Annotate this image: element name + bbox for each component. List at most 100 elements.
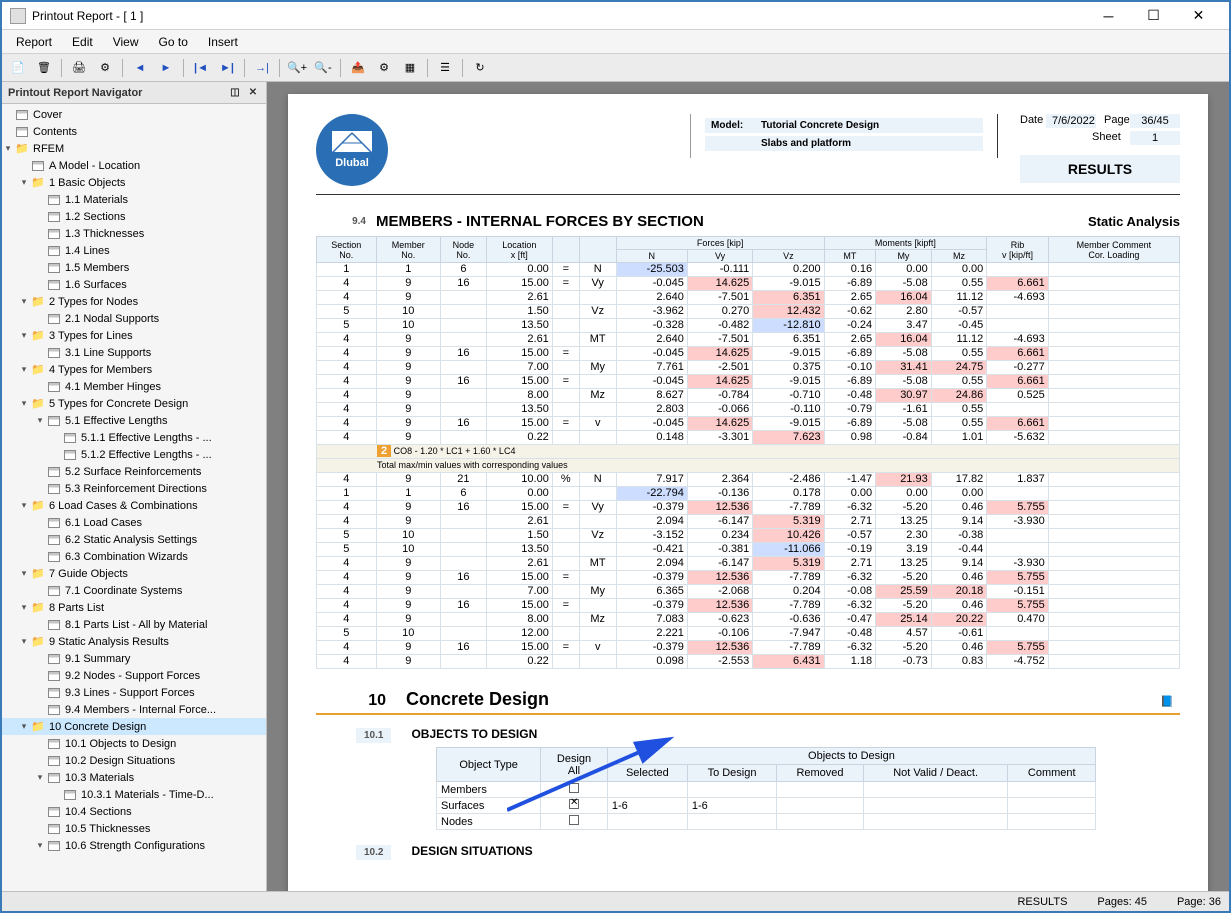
tree-item[interactable]: ▾📁RFEM <box>2 140 266 157</box>
tree-item[interactable]: 9.2 Nodes - Support Forces <box>2 667 266 684</box>
tree-item[interactable]: 6.3 Combination Wizards <box>2 548 266 565</box>
tree-item[interactable]: 6.1 Load Cases <box>2 514 266 531</box>
tree-item[interactable]: 6.2 Static Analysis Settings <box>2 531 266 548</box>
table-icon <box>62 448 78 462</box>
maximize-button[interactable]: ☐ <box>1131 3 1176 29</box>
tree-item[interactable]: Cover <box>2 106 266 123</box>
tree-label: 5.1 Effective Lengths <box>65 415 168 427</box>
next-icon[interactable]: ► <box>154 57 178 79</box>
last-icon[interactable]: ►| <box>215 57 239 79</box>
tree-item[interactable]: 5.1.2 Effective Lengths - ... <box>2 446 266 463</box>
header-meta-block: Date7/6/2022Page36/45 Sheet1 RESULTS <box>1010 114 1180 183</box>
zoom-out-icon[interactable]: 🔍- <box>311 57 335 79</box>
folder-icon: 📁 <box>30 635 46 649</box>
tree-label: 3.1 Line Supports <box>65 347 151 359</box>
separator <box>462 59 463 77</box>
table-icon <box>46 805 62 819</box>
print-setup-icon[interactable]: ⚙ <box>93 57 117 79</box>
tree-item[interactable]: ▾📁3 Types for Lines <box>2 327 266 344</box>
tree-label: 10 Concrete Design <box>49 721 146 733</box>
tree-item[interactable]: ▾📁5 Types for Concrete Design <box>2 395 266 412</box>
print-icon[interactable]: 🖨 <box>67 57 91 79</box>
tree-item[interactable]: 1.2 Sections <box>2 208 266 225</box>
first-icon[interactable]: |◄ <box>189 57 213 79</box>
new-icon[interactable]: 📄 <box>6 57 30 79</box>
prev-icon[interactable]: ◄ <box>128 57 152 79</box>
report-viewport[interactable]: Dlubal Model: Tutorial Concrete Design S… <box>267 82 1229 891</box>
menu-insert[interactable]: Insert <box>198 32 248 52</box>
tree-label: 2 Types for Nodes <box>49 296 138 308</box>
minimize-button[interactable]: ─ <box>1086 3 1131 29</box>
section-number: 9.4 <box>316 216 376 227</box>
table-icon <box>46 686 62 700</box>
table-icon <box>46 414 62 428</box>
tree-item[interactable]: 1.5 Members <box>2 259 266 276</box>
tree-label: 4.1 Member Hinges <box>65 381 161 393</box>
delete-icon[interactable]: 🗑 <box>32 57 56 79</box>
table-icon <box>46 227 62 241</box>
tree-item[interactable]: 1.4 Lines <box>2 242 266 259</box>
tree-item[interactable]: 1.1 Materials <box>2 191 266 208</box>
table-icon <box>46 465 62 479</box>
objects-to-design-table: Object TypeDesignAllObjects to DesignSel… <box>436 747 1096 830</box>
tree-item[interactable]: Contents <box>2 123 266 140</box>
tree-label: 2.1 Nodal Supports <box>65 313 159 325</box>
tree-item[interactable]: 10.3.1 Materials - Time-D... <box>2 786 266 803</box>
tree-item[interactable]: ▾📁4 Types for Members <box>2 361 266 378</box>
tree-item[interactable]: 3.1 Line Supports <box>2 344 266 361</box>
tree-item[interactable]: 9.4 Members - Internal Force... <box>2 701 266 718</box>
tree-item[interactable]: 9.3 Lines - Support Forces <box>2 684 266 701</box>
tree-item[interactable]: ▾5.1 Effective Lengths <box>2 412 266 429</box>
tree-item[interactable]: 5.3 Reinforcement Directions <box>2 480 266 497</box>
tree-label: 1.5 Members <box>65 262 129 274</box>
tree-item[interactable]: 7.1 Coordinate Systems <box>2 582 266 599</box>
menu-report[interactable]: Report <box>6 32 62 52</box>
table-icon <box>46 482 62 496</box>
tree-item[interactable]: ▾📁1 Basic Objects <box>2 174 266 191</box>
export-icon[interactable]: 📤 <box>346 57 370 79</box>
tree-item[interactable]: ▾10.3 Materials <box>2 769 266 786</box>
tree-item[interactable]: ▾10.6 Strength Configurations <box>2 837 266 854</box>
tree-item[interactable]: 1.3 Thicknesses <box>2 225 266 242</box>
statusbar: RESULTS Pages: 45 Page: 36 <box>2 891 1229 911</box>
tree-item[interactable]: 8.1 Parts List - All by Material <box>2 616 266 633</box>
tree-item[interactable]: ▾📁2 Types for Nodes <box>2 293 266 310</box>
tree-item[interactable]: 10.2 Design Situations <box>2 752 266 769</box>
tree-item[interactable]: 4.1 Member Hinges <box>2 378 266 395</box>
tree-label: 6.2 Static Analysis Settings <box>65 534 197 546</box>
navigator-panel: Printout Report Navigator ◫ ✕ CoverConte… <box>2 82 267 891</box>
tree-item[interactable]: 10.1 Objects to Design <box>2 735 266 752</box>
tree-item[interactable]: ▾📁7 Guide Objects <box>2 565 266 582</box>
table-icon <box>46 312 62 326</box>
tree-item[interactable]: ▾📁8 Parts List <box>2 599 266 616</box>
tree-item[interactable]: ▾📁9 Static Analysis Results <box>2 633 266 650</box>
navigator-tree[interactable]: CoverContents▾📁RFEMA Model - Location▾📁1… <box>2 104 266 891</box>
menu-edit[interactable]: Edit <box>62 32 103 52</box>
tree-item[interactable]: ▾📁6 Load Cases & Combinations <box>2 497 266 514</box>
close-panel-icon[interactable]: ✕ <box>246 86 260 100</box>
menu-goto[interactable]: Go to <box>149 32 198 52</box>
menu-view[interactable]: View <box>103 32 149 52</box>
report-page: Dlubal Model: Tutorial Concrete Design S… <box>288 94 1208 891</box>
table-icon <box>30 159 46 173</box>
zoom-in-icon[interactable]: 🔍+ <box>285 57 309 79</box>
dock-icon[interactable]: ◫ <box>228 86 242 100</box>
tree-item[interactable]: 9.1 Summary <box>2 650 266 667</box>
tree-item[interactable]: 10.5 Thicknesses <box>2 820 266 837</box>
tree-item[interactable]: 5.1.1 Effective Lengths - ... <box>2 429 266 446</box>
page-label: Page <box>1104 114 1130 128</box>
tree-item[interactable]: 5.2 Surface Reinforcements <box>2 463 266 480</box>
tree-item[interactable]: ▾📁10 Concrete Design <box>2 718 266 735</box>
refresh-icon[interactable]: ↻ <box>468 57 492 79</box>
goto-icon[interactable]: →| <box>250 57 274 79</box>
table-icon <box>46 652 62 666</box>
tree-item[interactable]: A Model - Location <box>2 157 266 174</box>
tree-item[interactable]: 10.4 Sections <box>2 803 266 820</box>
tree-label: 1.6 Surfaces <box>65 279 127 291</box>
settings-icon[interactable]: ⚙ <box>372 57 396 79</box>
layout-icon[interactable]: ▦ <box>398 57 422 79</box>
list-icon[interactable]: ☰ <box>433 57 457 79</box>
tree-item[interactable]: 2.1 Nodal Supports <box>2 310 266 327</box>
tree-item[interactable]: 1.6 Surfaces <box>2 276 266 293</box>
close-button[interactable]: ✕ <box>1176 3 1221 29</box>
